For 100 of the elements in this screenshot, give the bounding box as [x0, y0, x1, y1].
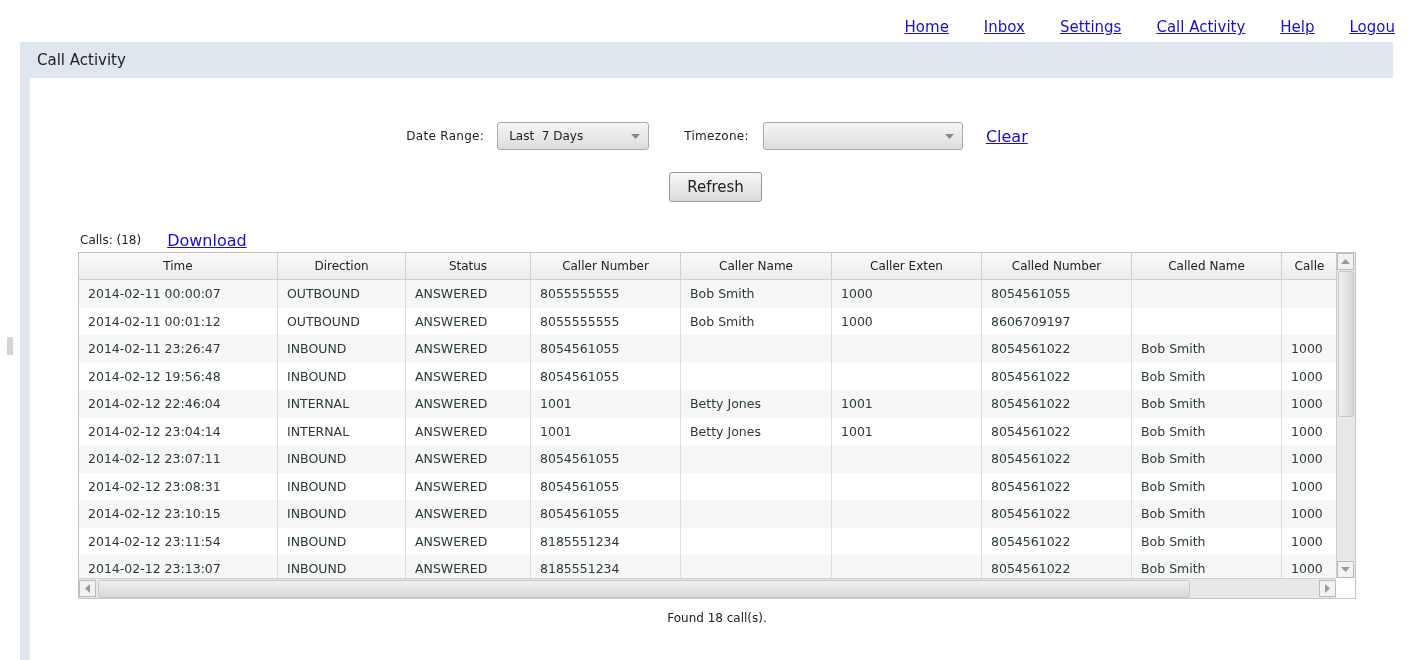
table-cell: 8054561022 [991, 478, 1071, 494]
clear-link[interactable]: Clear [985, 126, 1028, 146]
table-cell: 8054561055 [540, 506, 620, 522]
table-cell: 2014-02-11 23:26:47 [88, 341, 221, 357]
table-cell: Bob Smith [1141, 368, 1206, 384]
scroll-left-button[interactable] [79, 580, 96, 597]
table-cell: OUTBOUND [287, 286, 360, 302]
table-cell: 8054561022 [991, 341, 1071, 357]
table-cell: 1001 [841, 396, 873, 412]
table-cell: INBOUND [287, 506, 347, 522]
table-cell: 8054561055 [540, 451, 620, 467]
table-cell: INTERNAL [287, 423, 350, 439]
table-cell: 2014-02-12 23:04:14 [88, 423, 221, 439]
table-cell: 8054561055 [540, 341, 620, 357]
table-cell: Betty Jones [690, 396, 761, 412]
scroll-right-button[interactable] [1319, 580, 1336, 597]
table-cell: 1000 [1291, 561, 1323, 577]
column-header[interactable]: Caller Exten [832, 253, 982, 279]
table-cell: ANSWERED [415, 396, 488, 412]
table-cell: Bob Smith [1141, 451, 1206, 467]
table-cell: 2014-02-12 23:10:15 [88, 506, 221, 522]
down-arrow-icon [1341, 567, 1350, 572]
column-header[interactable]: Caller Number [531, 253, 681, 279]
nav-link[interactable]: Settings [1059, 18, 1122, 36]
scroll-thumb[interactable] [1338, 271, 1354, 417]
nav-link[interactable]: Call Activity [1156, 18, 1246, 36]
table-cell: ANSWERED [415, 561, 488, 577]
table-cell: 8054561022 [991, 506, 1071, 522]
table-cell: ANSWERED [415, 451, 488, 467]
table-cell: 1001 [540, 396, 572, 412]
table-cell: 2014-02-12 23:07:11 [88, 451, 221, 467]
table-cell: 8054561022 [991, 561, 1071, 577]
table-cell: 8054561055 [540, 368, 620, 384]
table-cell: INBOUND [287, 368, 347, 384]
scroll-down-button[interactable] [1337, 561, 1354, 578]
vertical-scrollbar[interactable] [1336, 253, 1355, 578]
right-arrow-icon [1325, 584, 1330, 593]
table-cell: 8185551234 [540, 533, 620, 549]
table-cell: 8054561022 [991, 533, 1071, 549]
table-cell: ANSWERED [415, 313, 488, 329]
up-arrow-icon [1341, 259, 1350, 264]
column-header[interactable]: Called Name [1132, 253, 1282, 279]
table-cell: 1000 [1291, 396, 1323, 412]
table-cell: 8054561022 [991, 451, 1071, 467]
table-cell: OUTBOUND [287, 313, 360, 329]
table-cell: 8185551234 [540, 561, 620, 577]
table-cell: Bob Smith [1141, 423, 1206, 439]
table-cell: INBOUND [287, 341, 347, 357]
table-cell: 8054561055 [991, 286, 1071, 302]
table-cell: 2014-02-12 23:08:31 [88, 478, 221, 494]
table-cell: 1001 [841, 423, 873, 439]
scroll-up-button[interactable] [1337, 253, 1354, 270]
scroll-thumb[interactable] [98, 579, 1190, 598]
nav-link[interactable]: Logou [1349, 18, 1395, 36]
download-link[interactable]: Download [167, 230, 247, 250]
table-cell: 2014-02-11 00:00:07 [88, 286, 221, 302]
table-cell: Bob Smith [1141, 341, 1206, 357]
column-header[interactable]: Called Number [982, 253, 1132, 279]
table-cell: 1000 [1291, 451, 1323, 467]
nav-link[interactable]: Help [1280, 18, 1315, 36]
table-cell: INTERNAL [287, 396, 350, 412]
panel-title: Call Activity [37, 51, 126, 69]
table-cell: Bob Smith [1141, 396, 1206, 412]
column-header[interactable]: Status [406, 253, 531, 279]
refresh-button[interactable]: Refresh [669, 172, 762, 202]
table-cell: ANSWERED [415, 506, 488, 522]
table-cell: 1000 [841, 313, 873, 329]
table-cell: INBOUND [287, 451, 347, 467]
timezone-label: Timezone: [684, 129, 749, 143]
caret-icon [631, 133, 641, 139]
table-cell: 1000 [1291, 533, 1323, 549]
table-cell: ANSWERED [415, 478, 488, 494]
table-cell: 1000 [1291, 423, 1323, 439]
table-cell: 8054561022 [991, 396, 1071, 412]
table-cell: 8055555555 [540, 286, 620, 302]
nav-link[interactable]: Inbox [983, 18, 1025, 36]
splitter-handle-icon[interactable] [7, 337, 13, 355]
table-cell: 2014-02-12 23:11:54 [88, 533, 221, 549]
table-cell: 1000 [841, 286, 873, 302]
table-cell: 1000 [1291, 368, 1323, 384]
table-cell: Bob Smith [1141, 506, 1206, 522]
table-cell: ANSWERED [415, 423, 488, 439]
table-cell: 1000 [1291, 506, 1323, 522]
timezone-dropdown[interactable] [762, 122, 963, 150]
table-cell: 8055555555 [540, 313, 620, 329]
table-cell: 2014-02-12 19:56:48 [88, 368, 221, 384]
table-cell: 1000 [1291, 341, 1323, 357]
nav-link[interactable]: Home [904, 18, 949, 36]
table-cell: Bob Smith [690, 313, 755, 329]
column-header[interactable]: Direction [278, 253, 406, 279]
table-cell: INBOUND [287, 561, 347, 577]
horizontal-scrollbar[interactable] [79, 578, 1336, 598]
table-cell: ANSWERED [415, 533, 488, 549]
table-cell: 8054561022 [991, 368, 1071, 384]
table-cell: Bob Smith [690, 286, 755, 302]
date-range-dropdown[interactable]: Last 7 Days [497, 122, 650, 150]
column-header[interactable]: Caller Name [681, 253, 832, 279]
column-header[interactable]: Time [79, 253, 278, 279]
table-cell: 8606709197 [991, 313, 1071, 329]
table-cell: Bob Smith [1141, 533, 1206, 549]
